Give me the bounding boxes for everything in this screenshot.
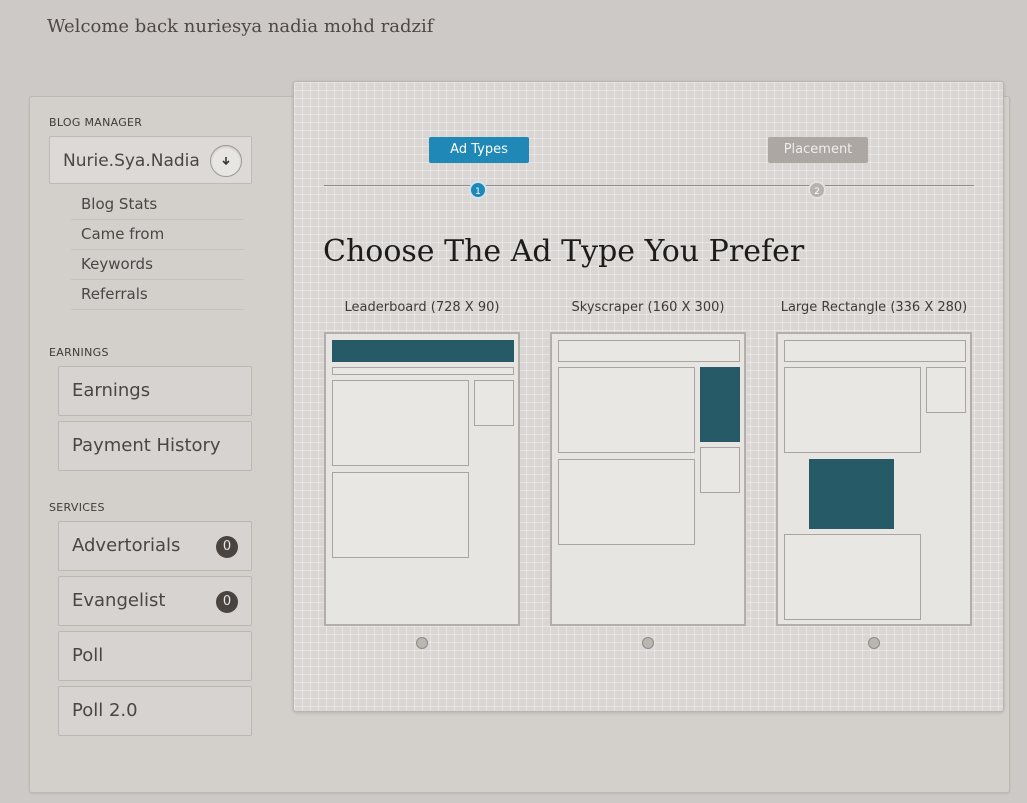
step-placement-button[interactable]: Placement [768, 137, 868, 163]
step-ad-types-button[interactable]: Ad Types [429, 137, 529, 163]
skyscraper-label: Skyscraper (160 X 300) [571, 300, 725, 315]
large-rectangle-ad-block [809, 459, 894, 529]
referrals-link[interactable]: Referrals [71, 280, 244, 310]
blog-stats-link[interactable]: Blog Stats [71, 190, 244, 220]
evangelist-label: Evangelist [72, 590, 166, 611]
welcome-message: Welcome back nuriesya nadia mohd radzif [47, 16, 434, 37]
earnings-label: Earnings [72, 380, 151, 401]
payment-history-label: Payment History [72, 435, 221, 456]
poll-2-button[interactable]: Poll 2.0 [58, 686, 252, 736]
advertorials-count-badge: 0 [216, 536, 238, 558]
leaderboard-label: Leaderboard (728 X 90) [344, 300, 500, 315]
leaderboard-ad-block [332, 340, 514, 362]
header-placeholder [558, 340, 740, 362]
advertorials-button[interactable]: Advertorials 0 [58, 521, 252, 571]
poll-label: Poll [72, 645, 104, 666]
skyscraper-radio[interactable] [642, 637, 654, 649]
poll-2-label: Poll 2.0 [72, 700, 138, 721]
blog-manager-title: BLOG MANAGER [49, 116, 143, 129]
large-rectangle-card[interactable] [776, 332, 972, 626]
side-placeholder [700, 447, 740, 493]
large-rectangle-label: Large Rectangle (336 X 280) [780, 300, 968, 315]
header-placeholder [784, 340, 966, 362]
advertorials-label: Advertorials [72, 535, 181, 556]
side-placeholder [926, 367, 966, 413]
content-placeholder [332, 380, 469, 466]
skyscraper-card[interactable] [550, 332, 746, 626]
step-1-indicator: 1 [469, 181, 487, 199]
leaderboard-card[interactable] [324, 332, 520, 626]
earnings-section-title: EARNINGS [49, 346, 109, 359]
blog-name: Nurie.Sya.Nadia [63, 151, 200, 171]
page-title: Choose The Ad Type You Prefer [323, 234, 805, 269]
payment-history-button[interactable]: Payment History [58, 421, 252, 471]
content-placeholder [558, 367, 695, 453]
services-section-title: SERVICES [49, 501, 105, 514]
came-from-link[interactable]: Came from [71, 220, 244, 250]
content-placeholder [784, 367, 921, 453]
dropdown-arrow-icon[interactable] [210, 145, 242, 177]
earnings-button[interactable]: Earnings [58, 366, 252, 416]
blog-selector[interactable]: Nurie.Sya.Nadia [49, 136, 252, 184]
evangelist-button[interactable]: Evangelist 0 [58, 576, 252, 626]
step-2-indicator: 2 [808, 181, 826, 199]
keywords-link[interactable]: Keywords [71, 250, 244, 280]
leaderboard-radio[interactable] [416, 637, 428, 649]
side-placeholder [474, 380, 514, 426]
content-placeholder [332, 472, 469, 558]
skyscraper-ad-block [700, 367, 740, 442]
poll-button[interactable]: Poll [58, 631, 252, 681]
large-rectangle-radio[interactable] [868, 637, 880, 649]
content-placeholder [558, 459, 695, 545]
evangelist-count-badge: 0 [216, 591, 238, 613]
step-progress-line [324, 185, 974, 186]
header-placeholder [332, 367, 514, 375]
content-placeholder [784, 534, 921, 620]
